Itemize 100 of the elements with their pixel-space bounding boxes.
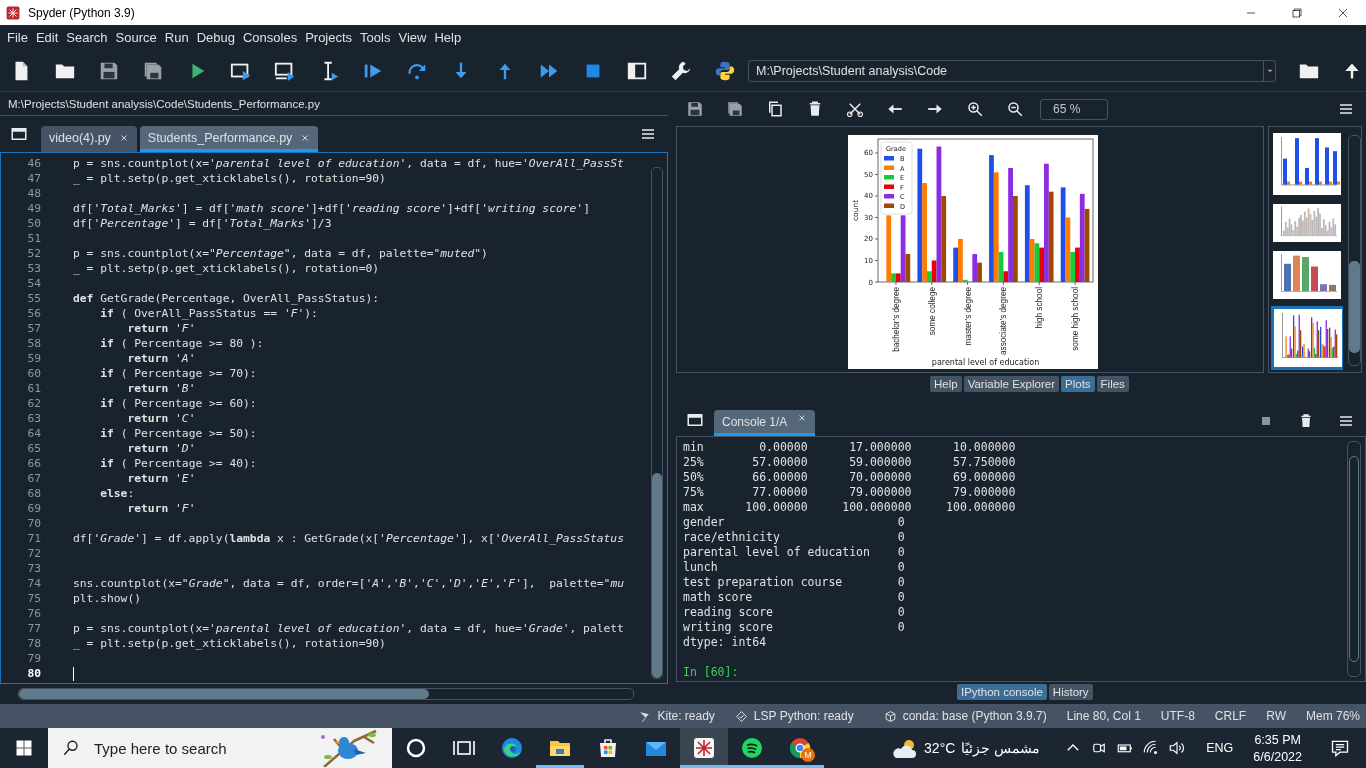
editor-tab[interactable]: Students_Performance.py	[139, 126, 319, 152]
console-output-line: dtype: int64	[683, 635, 768, 650]
code-line: if ( Percentage >= 80 ):	[99, 337, 264, 350]
clock-date[interactable]: 6/6/2022	[1253, 749, 1302, 764]
line-number: 78	[26, 637, 41, 650]
tick-label: associate's degree	[999, 287, 1009, 355]
axis-title: parental level of education	[931, 358, 1040, 367]
code-line: df['Total_Marks'] = df['math score']+df['reading score']+df['writing score']	[73, 202, 590, 215]
code-line: return 'D'	[126, 442, 196, 455]
pane-tab[interactable]: History	[1048, 684, 1093, 700]
search-field[interactable]: Type here to search	[92, 733, 302, 763]
code-line: if ( OverAll_PassStatus == 'F'):	[99, 307, 318, 320]
code-line: return 'A'	[126, 352, 196, 365]
line-number: 76	[26, 607, 41, 620]
line-number: 67	[26, 472, 41, 485]
menu-item[interactable]: Projects	[301, 30, 357, 45]
zoom-field[interactable]: 65 %	[1040, 98, 1108, 120]
code-line: return 'F'	[126, 322, 196, 335]
line-number: 75	[26, 592, 41, 605]
line-number: 79	[26, 652, 41, 665]
line-number: 65	[26, 442, 41, 455]
tick-label: some college	[927, 287, 937, 336]
menu-item[interactable]: Run	[160, 30, 193, 45]
line-number: 61	[26, 382, 41, 395]
line-number: 46	[26, 157, 41, 170]
pane-tab[interactable]: Files	[1096, 375, 1129, 392]
pane-tab[interactable]: Variable Explorer	[963, 375, 1059, 392]
console-output-line: parental level of education 0	[683, 545, 906, 560]
tick-label: bachelor's degree	[891, 287, 901, 352]
status-text: CRLF	[1214, 709, 1247, 723]
menu-item[interactable]: Tools	[356, 30, 395, 45]
tick-label: some high school	[1071, 287, 1081, 351]
console-output-line: reading score 0	[683, 605, 906, 620]
code-line: _ = plt.setp(p.get_xticklabels(), rotation=90)	[73, 637, 386, 650]
status-text: Kite: ready	[657, 709, 715, 723]
menu-item[interactable]: Debug	[192, 30, 239, 45]
line-number: 56	[26, 307, 41, 320]
line-number: 60	[26, 367, 41, 380]
status-text: Line 80, Col 1	[1066, 709, 1141, 723]
temperature-text: 32°C	[924, 740, 956, 756]
console-output-line: min 0.00000 17.000000 10.000000	[683, 440, 1017, 455]
code-line: if ( Percentage >= 50):	[99, 427, 257, 440]
line-number: 74	[26, 577, 41, 590]
code-line: def GetGrade(Percentage, OverAll_PassStatus):	[73, 292, 380, 305]
tick-label: master's degree	[963, 287, 973, 346]
console-output-line: race/ethnicity 0	[683, 530, 906, 545]
code-line: p = sns.countplot(x="Percentage", data = df, palette="muted")	[73, 247, 488, 260]
line-number: 68	[26, 487, 41, 500]
file-path: M:\Projects\Student analysis\Code\Students_Performance.py	[0, 92, 668, 116]
line-number: 77	[26, 622, 41, 635]
pane-tab[interactable]: IPython console	[957, 684, 1047, 700]
menu-item[interactable]: Source	[111, 30, 161, 45]
line-number: 62	[26, 397, 41, 410]
code-line: p = sns.countplot(x='parental level of education', data = df, hue='Grade', palett	[73, 622, 624, 635]
console-output-line: test preparation course 0	[683, 575, 906, 590]
code-line: _ = plt.setp(p.get_xticklabels(), rotation=90)	[73, 172, 386, 185]
weather-text: مشمس جزئيًا	[961, 740, 1041, 756]
line-number: 51	[26, 232, 41, 245]
console-output-line: lunch 0	[683, 560, 906, 575]
line-number: 49	[26, 202, 41, 215]
pane-tab[interactable]: Plots	[1061, 375, 1095, 392]
line-number: 50	[26, 217, 41, 230]
line-number: 53	[26, 262, 41, 275]
console-prompt: In [60]:	[683, 665, 740, 680]
menu-item[interactable]: Help	[430, 30, 466, 45]
line-number: 58	[26, 337, 41, 350]
menu-item[interactable]: Search	[62, 30, 112, 45]
line-number: 64	[26, 427, 41, 440]
menu-item[interactable]: Edit	[31, 30, 63, 45]
code-line: if ( Percentage >= 60):	[99, 397, 257, 410]
code-line: return 'C'	[126, 412, 196, 425]
language-indicator[interactable]: ENG	[1206, 741, 1234, 755]
search-box[interactable]: Type here to search	[48, 728, 392, 768]
line-number: 69	[26, 502, 41, 515]
window-title: Spyder (Python 3.9)	[28, 5, 136, 20]
line-number: 73	[26, 562, 41, 575]
menu-item[interactable]: View	[394, 30, 431, 45]
clock-time[interactable]: 6:35 PM	[1254, 732, 1301, 747]
code-line: if ( Percentage >= 70):	[99, 367, 257, 380]
line-number: 54	[26, 277, 41, 290]
line-number: 57	[26, 322, 41, 335]
line-number: 71	[26, 532, 41, 545]
editor-tab[interactable]: video(4).py	[41, 126, 137, 152]
code-line: else:	[99, 487, 135, 500]
menu-item[interactable]: Consoles	[238, 30, 302, 45]
console-tab[interactable]: Console 1/A	[714, 410, 816, 436]
line-number: 70	[26, 517, 41, 530]
line-number: 55	[26, 292, 41, 305]
menu-item[interactable]: File	[3, 30, 32, 45]
avatar-badge: M	[801, 748, 815, 762]
status-text: UTF-8	[1160, 709, 1195, 723]
line-number: 63	[26, 412, 41, 425]
code-line: if ( Percentage >= 40):	[99, 457, 257, 470]
pane-tab[interactable]: Help	[930, 375, 962, 392]
tick-label: high school	[1035, 287, 1045, 329]
console-output-line: writing score 0	[683, 620, 906, 635]
line-number: 66	[26, 457, 41, 470]
code-line: p = sns.countplot(x='parental level of education', data = df, hue='OverAll_PassSt	[73, 157, 624, 170]
directory-field[interactable]: M:\Projects\Student analysis\Code	[748, 59, 1276, 82]
code-line: return 'E'	[126, 472, 196, 485]
